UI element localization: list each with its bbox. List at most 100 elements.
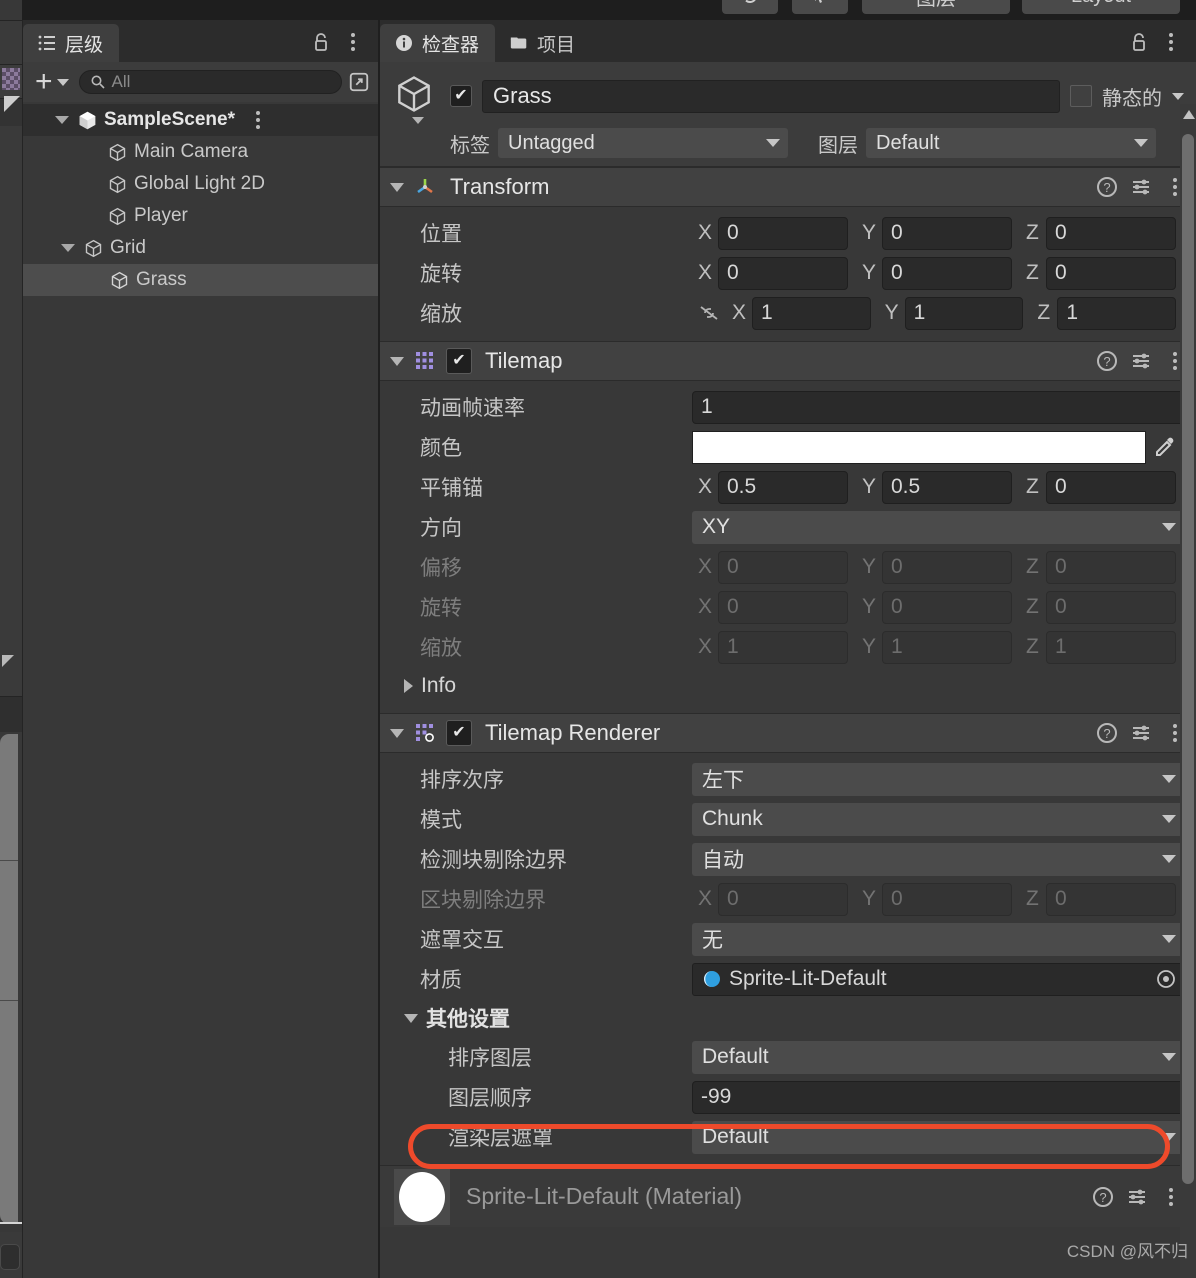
axis-y-label: Y <box>862 635 877 658</box>
tile-anchor-y-input[interactable]: 0.5 <box>882 470 1012 504</box>
tilemap-enabled-checkbox[interactable] <box>446 348 472 374</box>
scale-z-input[interactable]: 1 <box>1057 296 1177 330</box>
tilemap-renderer-enabled-checkbox[interactable] <box>446 720 472 746</box>
position-x-input[interactable]: 0 <box>718 216 848 250</box>
static-checkbox[interactable] <box>1070 85 1092 107</box>
row-label: 颜色 <box>420 437 462 460</box>
axis-z-label: Z <box>1026 887 1039 910</box>
hierarchy-row-grid[interactable]: Grid <box>23 232 378 264</box>
gameobject-name-input[interactable]: Grass <box>482 79 1060 113</box>
toolbar-chip-layout[interactable]: Layout <box>1022 0 1180 14</box>
help-icon[interactable]: ? <box>1096 721 1118 745</box>
hierarchy-menu-icon[interactable] <box>342 30 364 54</box>
color-swatch[interactable] <box>692 430 1146 464</box>
inspector-menu-icon[interactable] <box>1160 30 1182 54</box>
scale-link-toggle[interactable] <box>692 303 726 323</box>
sort-order-dropdown[interactable]: 左下 <box>692 762 1184 796</box>
component-header-transform[interactable]: Transform ? <box>380 167 1196 207</box>
hierarchy-row-player[interactable]: Player <box>23 200 378 232</box>
mask-interaction-dropdown[interactable]: 无 <box>692 922 1184 956</box>
static-label: 静态的 <box>1102 87 1162 110</box>
material-sphere-preview <box>399 1171 445 1222</box>
rotation-x-input[interactable]: 0 <box>718 256 848 290</box>
tab-hierarchy[interactable]: 层级 <box>23 24 120 62</box>
material-object-field[interactable]: Sprite-Lit-Default <box>692 962 1184 996</box>
expand-toggle[interactable] <box>53 116 71 124</box>
toolbar-chip-undo[interactable] <box>722 0 778 14</box>
preset-icon[interactable] <box>1130 721 1152 745</box>
collapse-toggle-icon[interactable] <box>390 728 404 738</box>
expand-toggle[interactable] <box>59 244 77 252</box>
undo-icon <box>745 0 756 4</box>
position-z-input[interactable]: 0 <box>1046 216 1176 250</box>
collapse-toggle-icon[interactable] <box>390 182 404 192</box>
scroll-up-icon[interactable] <box>1183 110 1195 119</box>
component-header-tilemap[interactable]: Tilemap ? <box>380 341 1196 381</box>
scrollbar-thumb[interactable] <box>1182 134 1194 1184</box>
anim-frame-rate-input[interactable]: 1 <box>692 390 1184 424</box>
material-menu-icon[interactable] <box>1160 1185 1182 1209</box>
hierarchy-row-main-camera[interactable]: Main Camera <box>23 136 378 168</box>
scene-menu-icon[interactable] <box>247 108 269 132</box>
additional-settings-foldout[interactable]: 其他设置 <box>392 999 1184 1037</box>
preset-icon[interactable] <box>1130 175 1152 199</box>
gameobject-enabled-checkbox[interactable] <box>450 85 472 107</box>
help-icon[interactable]: ? <box>1092 1185 1114 1209</box>
detect-chunk-culling-dropdown[interactable]: 自动 <box>692 842 1184 876</box>
help-icon[interactable]: ? <box>1096 175 1118 199</box>
axis-x-label: X <box>698 261 713 284</box>
row-label: 位置 <box>420 223 462 246</box>
tilemap-rotation-row: 旋转 X 0 Y 0 Z 0 <box>392 587 1184 627</box>
chevron-down-icon <box>1162 935 1176 943</box>
rendering-layer-mask-dropdown[interactable]: Default <box>692 1120 1184 1154</box>
tile-anchor-x-input[interactable]: 0.5 <box>718 470 848 504</box>
lock-icon[interactable] <box>1128 30 1150 54</box>
gameobject-icon[interactable] <box>392 72 440 124</box>
layer-label: 图层 <box>818 134 858 157</box>
preset-icon[interactable] <box>1130 349 1152 373</box>
hierarchy-row-samplescene[interactable]: SampleScene* <box>23 104 378 136</box>
rotation-z-input[interactable]: 0 <box>1046 256 1176 290</box>
toolbar-chip-cursor[interactable] <box>792 0 848 14</box>
component-header-tilemap-renderer[interactable]: Tilemap Renderer ? <box>380 713 1196 753</box>
toolbar-chip-layers[interactable]: 图层 <box>862 0 1010 14</box>
row-label: 检测块剔除边界 <box>420 849 567 872</box>
open-search-window-icon[interactable] <box>348 70 370 94</box>
object-picker-icon[interactable] <box>1153 968 1179 990</box>
tab-inspector[interactable]: 检查器 <box>380 24 496 62</box>
sorting-layer-dropdown[interactable]: Default <box>692 1040 1184 1074</box>
hierarchy-row-global-light-2d[interactable]: Global Light 2D <box>23 168 378 200</box>
mode-dropdown[interactable]: Chunk <box>692 802 1184 836</box>
transform-rows: 位置 X 0 Y 0 Z 0 旋转 X 0 Y 0 Z 0 缩放 X 1 Y 1… <box>380 207 1196 341</box>
scale-y-input[interactable]: 1 <box>904 296 1024 330</box>
collapse-toggle-icon[interactable] <box>390 356 404 366</box>
plus-icon: + <box>35 65 53 98</box>
tile-anchor-x-value: 0.5 <box>727 475 757 498</box>
scale-x-input[interactable]: 1 <box>752 296 871 330</box>
tile-anchor-z-input[interactable]: 0 <box>1046 470 1176 504</box>
hierarchy-row-grass[interactable]: Grass <box>23 264 378 296</box>
orientation-dropdown[interactable]: XY <box>692 510 1184 544</box>
inspector-scrollbar[interactable] <box>1180 104 1196 1278</box>
tab-project[interactable]: 项目 <box>495 24 591 62</box>
position-x-value: 0 <box>727 221 739 244</box>
lock-icon[interactable] <box>310 30 332 54</box>
order-in-layer-input[interactable]: -99 <box>692 1080 1184 1114</box>
static-dropdown-icon[interactable] <box>1172 92 1184 100</box>
eyedropper-icon[interactable] <box>1146 431 1184 464</box>
rotation-y-input[interactable]: 0 <box>882 256 1012 290</box>
tilemap-info-foldout[interactable]: Info <box>392 667 1184 705</box>
axis-z-label: Z <box>1026 555 1039 578</box>
position-y-input[interactable]: 0 <box>882 216 1012 250</box>
chevron-down-icon[interactable] <box>412 117 424 124</box>
create-button[interactable]: + <box>31 65 73 98</box>
component-title: Transform <box>450 174 550 199</box>
help-icon[interactable]: ? <box>1096 349 1118 373</box>
layer-dropdown[interactable]: Default <box>866 128 1156 158</box>
material-preview-header[interactable]: Sprite-Lit-Default (Material) ? <box>380 1165 1196 1227</box>
tag-dropdown[interactable]: Untagged <box>498 128 788 158</box>
scale-z-value: 1 <box>1066 301 1079 324</box>
tab-inspector-label: 检查器 <box>422 34 480 56</box>
preset-icon[interactable] <box>1126 1185 1148 1209</box>
search-input[interactable]: All <box>78 70 342 94</box>
